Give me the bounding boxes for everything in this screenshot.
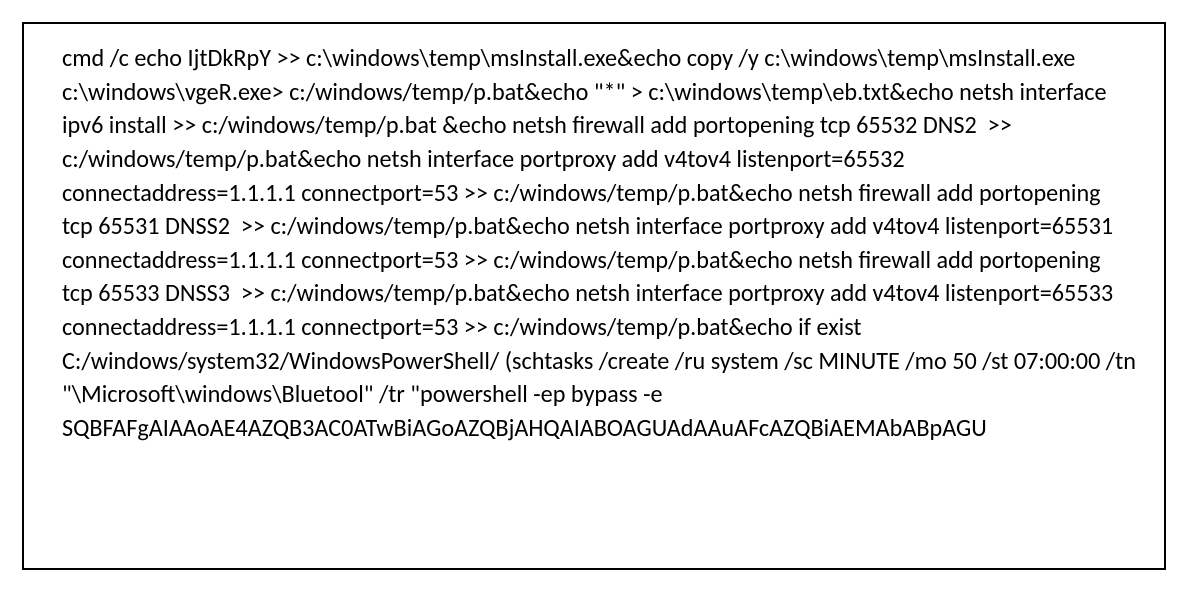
page-container: cmd /c echo IjtDkRpY >> c:\windows\temp\…: [0, 0, 1188, 592]
command-text: cmd /c echo IjtDkRpY >> c:\windows\temp\…: [62, 42, 1136, 446]
command-frame: cmd /c echo IjtDkRpY >> c:\windows\temp\…: [22, 22, 1166, 570]
